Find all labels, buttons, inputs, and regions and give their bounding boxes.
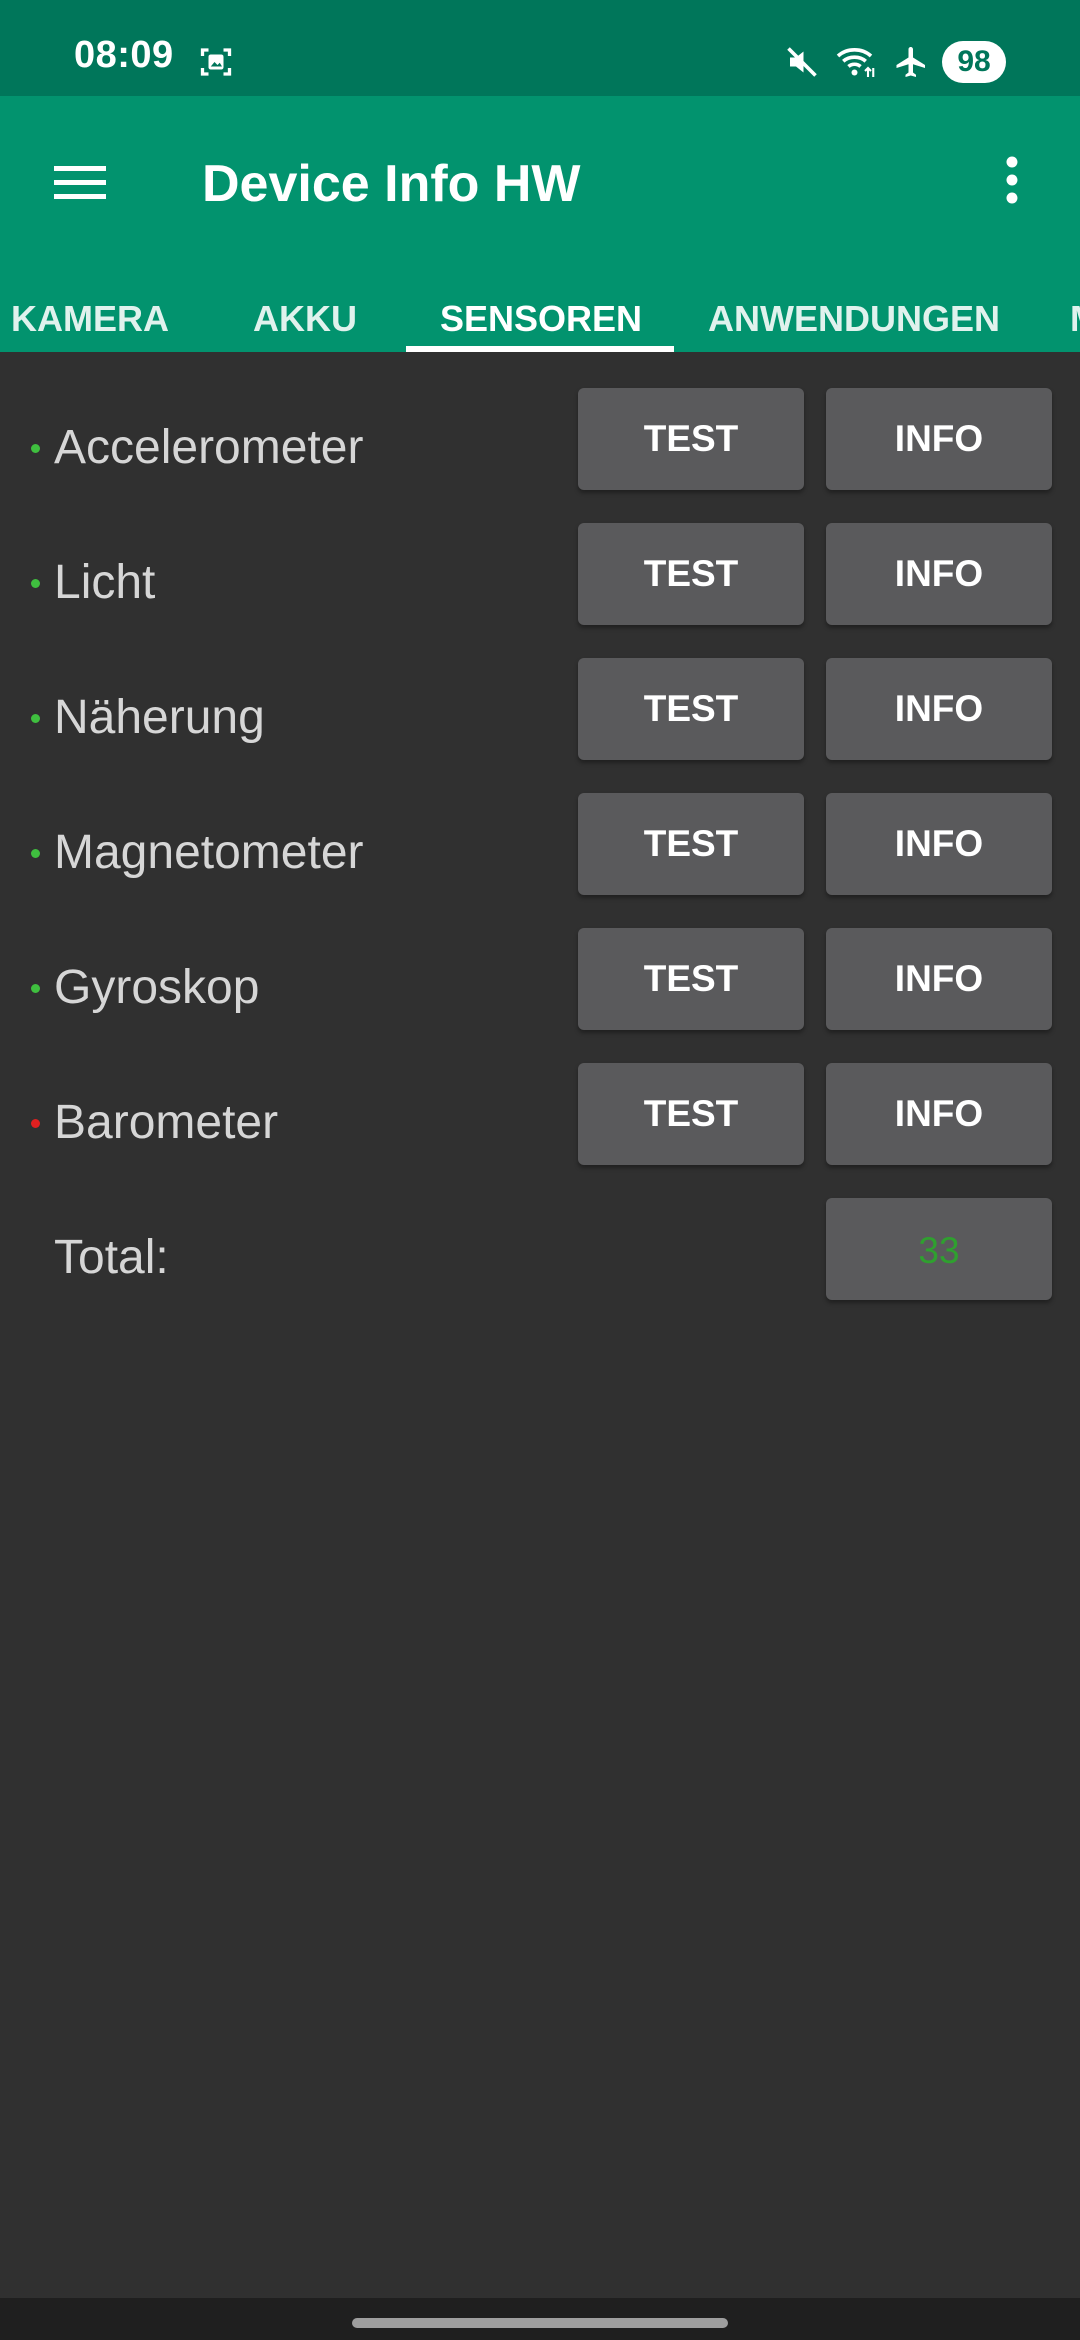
sensor-row-gyroskop: Gyroskop TEST INFO — [0, 928, 1080, 1063]
tab-anwendungen[interactable]: ANWENDUNGEN — [708, 256, 1000, 352]
info-button[interactable]: INFO — [826, 928, 1052, 1030]
info-button[interactable]: INFO — [826, 523, 1052, 625]
test-button[interactable]: TEST — [578, 523, 804, 625]
status-dot — [31, 444, 40, 453]
status-dot — [31, 984, 40, 993]
app-title: Device Info HW — [202, 155, 581, 213]
info-button[interactable]: INFO — [826, 388, 1052, 490]
status-bar: 08:09 98 — [0, 0, 1080, 96]
status-dot — [31, 849, 40, 858]
tab-indicator — [406, 346, 674, 352]
test-button[interactable]: TEST — [578, 388, 804, 490]
test-button[interactable]: TEST — [578, 658, 804, 760]
total-label: Total: — [54, 1231, 169, 1284]
sensor-name: Licht — [54, 556, 156, 609]
sensor-row-barometer: Barometer TEST INFO — [0, 1063, 1080, 1198]
info-button[interactable]: INFO — [826, 658, 1052, 760]
info-button[interactable]: INFO — [826, 793, 1052, 895]
wifi-icon — [836, 48, 875, 77]
battery-badge: 98 — [942, 41, 1006, 83]
sensor-row-magnetometer: Magnetometer TEST INFO — [0, 793, 1080, 928]
sensor-name: Magnetometer — [54, 826, 364, 879]
status-dot — [31, 579, 40, 588]
home-gesture-handle[interactable] — [352, 2318, 728, 2328]
sensor-name: Barometer — [54, 1096, 279, 1149]
more-vert-icon[interactable] — [988, 150, 1036, 210]
total-count: 33 — [826, 1198, 1052, 1300]
mute-icon — [787, 47, 817, 77]
status-time: 08:09 — [74, 34, 174, 76]
sensor-name: Gyroskop — [54, 961, 260, 1014]
screenshot-icon — [200, 48, 232, 76]
tab-sensoren[interactable]: SENSOREN — [440, 256, 642, 352]
tab-kamera[interactable]: KAMERA — [11, 256, 169, 352]
tab-bar: KAMERA AKKU SENSOREN ANWENDUNGEN M — [0, 256, 1080, 352]
test-button[interactable]: TEST — [578, 928, 804, 1030]
sensor-name: Accelerometer — [54, 421, 364, 474]
sensor-row-accelerometer: Accelerometer TEST INFO — [0, 388, 1080, 523]
tab-akku[interactable]: AKKU — [253, 256, 357, 352]
info-button[interactable]: INFO — [826, 1063, 1052, 1165]
status-icons: 98 — [784, 38, 1006, 86]
sensor-name: Näherung — [54, 691, 265, 744]
status-dot — [31, 1119, 40, 1128]
hamburger-menu-icon[interactable] — [50, 152, 110, 212]
tab-next[interactable]: M — [1070, 256, 1080, 352]
test-button[interactable]: TEST — [578, 1063, 804, 1165]
sensor-list: Accelerometer TEST INFO Licht TEST INFO … — [0, 388, 1080, 1333]
navigation-bar — [0, 2298, 1080, 2340]
test-button[interactable]: TEST — [578, 793, 804, 895]
sensor-row-naeherung: Näherung TEST INFO — [0, 658, 1080, 793]
sensor-row-licht: Licht TEST INFO — [0, 523, 1080, 658]
total-row: Total: 33 — [0, 1198, 1080, 1333]
status-dot — [31, 714, 40, 723]
airplane-icon — [896, 47, 925, 77]
app-bar: Device Info HW KAMERA AKKU SENSOREN ANWE… — [0, 96, 1080, 352]
